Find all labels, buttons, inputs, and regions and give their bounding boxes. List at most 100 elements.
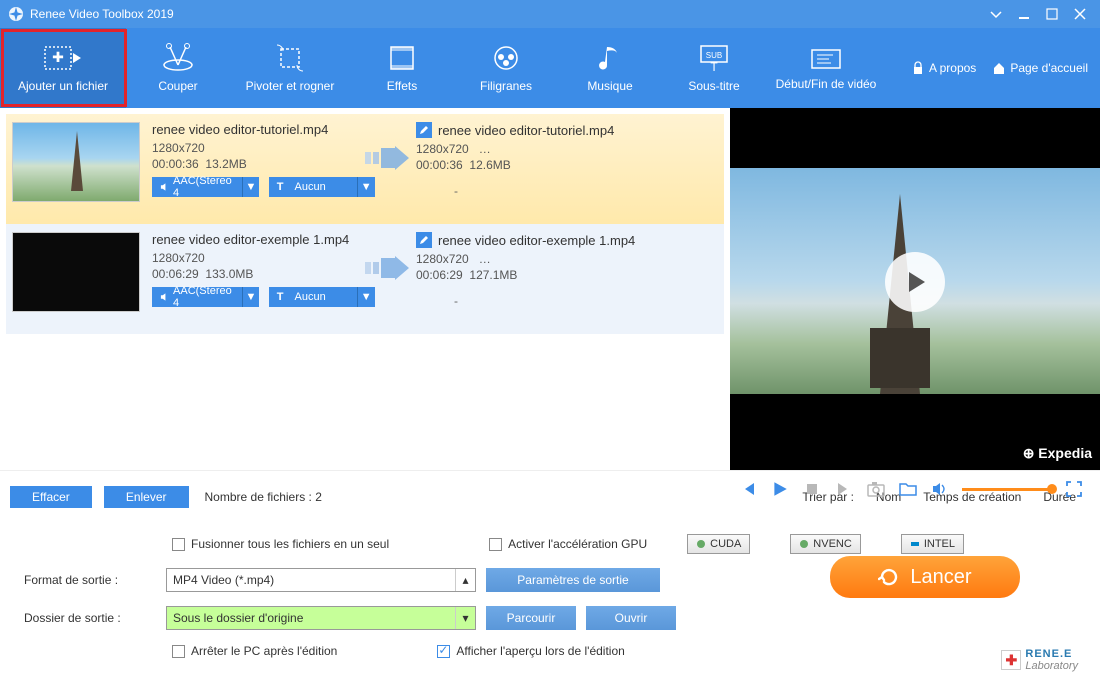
arrow-icon <box>362 232 412 280</box>
svg-text:✚: ✚ <box>52 49 64 65</box>
output-file-name: renee video editor-tutoriel.mp4 <box>438 123 614 138</box>
output-sub-placeholder: - <box>416 174 496 198</box>
about-link[interactable]: A propos <box>911 61 976 75</box>
launch-button[interactable]: Lancer <box>830 556 1020 598</box>
shutdown-after-checkbox[interactable]: Arrêter le PC après l'édition <box>172 644 337 658</box>
edit-output-icon[interactable] <box>416 232 432 248</box>
nvidia-icon <box>696 539 706 549</box>
subtitle-track-dropdown[interactable]: T Aucun ▼ <box>269 287 375 307</box>
chevron-up-icon: ▴ <box>455 569 475 591</box>
intro-outro-button[interactable]: Début/Fin de vidéo <box>766 28 886 108</box>
close-button[interactable] <box>1068 4 1092 24</box>
homepage-label: Page d'accueil <box>1010 61 1088 75</box>
nvidia-icon <box>799 539 809 549</box>
rotate-crop-label: Pivoter et rogner <box>246 79 335 93</box>
gpu-cuda-badge[interactable]: CUDA <box>687 534 750 554</box>
effects-icon <box>387 43 417 73</box>
app-logo-icon <box>8 6 24 22</box>
subtitle-icon: SUBT <box>698 43 730 73</box>
file-name: renee video editor-exemple 1.mp4 <box>152 232 362 247</box>
file-duration-size: 00:00:36 13.2MB <box>152 157 362 171</box>
fullscreen-button[interactable] <box>1064 479 1084 499</box>
file-list: renee video editor-tutoriel.mp4 1280x720… <box>0 108 730 470</box>
merge-all-checkbox[interactable]: Fusionner tous les fichiers en un seul <box>172 537 389 551</box>
speaker-icon <box>160 292 169 302</box>
add-file-button[interactable]: ✚ Ajouter un fichier <box>0 28 126 108</box>
open-folder-button[interactable] <box>898 479 918 499</box>
minimize-button[interactable] <box>1012 4 1036 24</box>
volume-button[interactable] <box>930 479 950 499</box>
cut-label: Couper <box>158 79 197 93</box>
file-thumbnail[interactable] <box>12 232 140 312</box>
snapshot-button[interactable] <box>866 479 886 499</box>
music-button[interactable]: Musique <box>558 28 662 108</box>
gpu-nvenc-badge[interactable]: NVENC <box>790 534 861 554</box>
audio-track-dropdown[interactable]: AAC(Stereo 4 ▼ <box>152 287 259 307</box>
maximize-button[interactable] <box>1040 4 1064 24</box>
effects-button[interactable]: Effets <box>350 28 454 108</box>
music-label: Musique <box>587 79 632 93</box>
audio-track-dropdown[interactable]: AAC(Stereo 4 ▼ <box>152 177 259 197</box>
output-sub-placeholder: - <box>416 284 496 308</box>
preview-pane: ⊕ Expedia <box>730 108 1100 470</box>
file-duration-size: 00:06:29 133.0MB <box>152 267 362 281</box>
about-label: A propos <box>929 61 976 75</box>
subtitle-label: Sous-titre <box>688 79 739 93</box>
dropdown-menu-icon[interactable] <box>984 4 1008 24</box>
subtitle-button[interactable]: SUBT Sous-titre <box>662 28 766 108</box>
preview-play-button[interactable] <box>885 252 945 312</box>
main-toolbar: ✚ Ajouter un fichier Couper Pivoter et r… <box>0 28 1100 108</box>
intro-icon <box>809 45 843 71</box>
brand-logo: ✚ RENE.ELaboratory <box>1001 648 1078 672</box>
chevron-down-icon: ▾ <box>455 607 475 629</box>
output-folder-label: Dossier de sortie : <box>24 611 156 625</box>
player-prev-button[interactable] <box>738 479 758 499</box>
file-dimensions: 1280x720 <box>152 141 362 155</box>
watermarks-button[interactable]: Filigranes <box>454 28 558 108</box>
effects-label: Effets <box>387 79 417 93</box>
add-file-label: Ajouter un fichier <box>18 79 108 93</box>
refresh-icon <box>878 566 900 588</box>
lock-icon <box>911 61 925 75</box>
speaker-icon <box>160 182 169 192</box>
output-folder-dropdown[interactable]: Sous le dossier d'origine ▾ <box>166 606 476 630</box>
preview-during-checkbox[interactable]: Afficher l'aperçu lors de l'édition <box>437 644 624 658</box>
browse-button[interactable]: Parcourir <box>486 606 576 630</box>
output-settings-panel: Fusionner tous les fichiers en un seul A… <box>0 522 1100 680</box>
film-add-icon: ✚ <box>43 43 83 73</box>
player-stop-button[interactable] <box>802 479 822 499</box>
output-format-dropdown[interactable]: MP4 Video (*.mp4) ▴ <box>166 568 476 592</box>
svg-text:SUB: SUB <box>706 51 722 60</box>
player-next-button[interactable] <box>834 479 854 499</box>
cut-icon <box>160 43 196 73</box>
intro-outro-label: Début/Fin de vidéo <box>776 77 877 91</box>
preview-watermark: ⊕ Expedia <box>1023 445 1092 462</box>
file-row[interactable]: renee video editor-exemple 1.mp4 1280x72… <box>6 224 724 334</box>
output-file-name: renee video editor-exemple 1.mp4 <box>438 233 635 248</box>
cut-button[interactable]: Couper <box>126 28 230 108</box>
subtitle-track-dropdown[interactable]: T Aucun ▼ <box>269 177 375 197</box>
volume-slider[interactable] <box>962 488 1052 491</box>
remove-button[interactable]: Enlever <box>104 486 189 508</box>
player-play-button[interactable] <box>770 479 790 499</box>
edit-output-icon[interactable] <box>416 122 432 138</box>
file-count-label: Nombre de fichiers : 2 <box>205 490 322 504</box>
file-name: renee video editor-tutoriel.mp4 <box>152 122 362 137</box>
titlebar: Renee Video Toolbox 2019 <box>0 0 1100 28</box>
clear-button[interactable]: Effacer <box>10 486 92 508</box>
gpu-intel-badge[interactable]: INTEL <box>901 534 964 554</box>
gpu-accel-checkbox[interactable]: Activer l'accélération GPU <box>489 537 647 551</box>
file-thumbnail[interactable] <box>12 122 140 202</box>
output-params-button[interactable]: Paramètres de sortie <box>486 568 660 592</box>
homepage-link[interactable]: Page d'accueil <box>992 61 1088 75</box>
svg-text:T: T <box>710 60 718 73</box>
file-dimensions: 1280x720 <box>152 251 362 265</box>
app-title: Renee Video Toolbox 2019 <box>30 7 980 21</box>
file-row[interactable]: renee video editor-tutoriel.mp4 1280x720… <box>6 114 724 224</box>
watermarks-label: Filigranes <box>480 79 532 93</box>
open-button[interactable]: Ouvrir <box>586 606 676 630</box>
rotate-crop-button[interactable]: Pivoter et rogner <box>230 28 350 108</box>
intel-icon <box>910 539 920 549</box>
watermark-icon <box>491 43 521 73</box>
home-icon <box>992 61 1006 75</box>
